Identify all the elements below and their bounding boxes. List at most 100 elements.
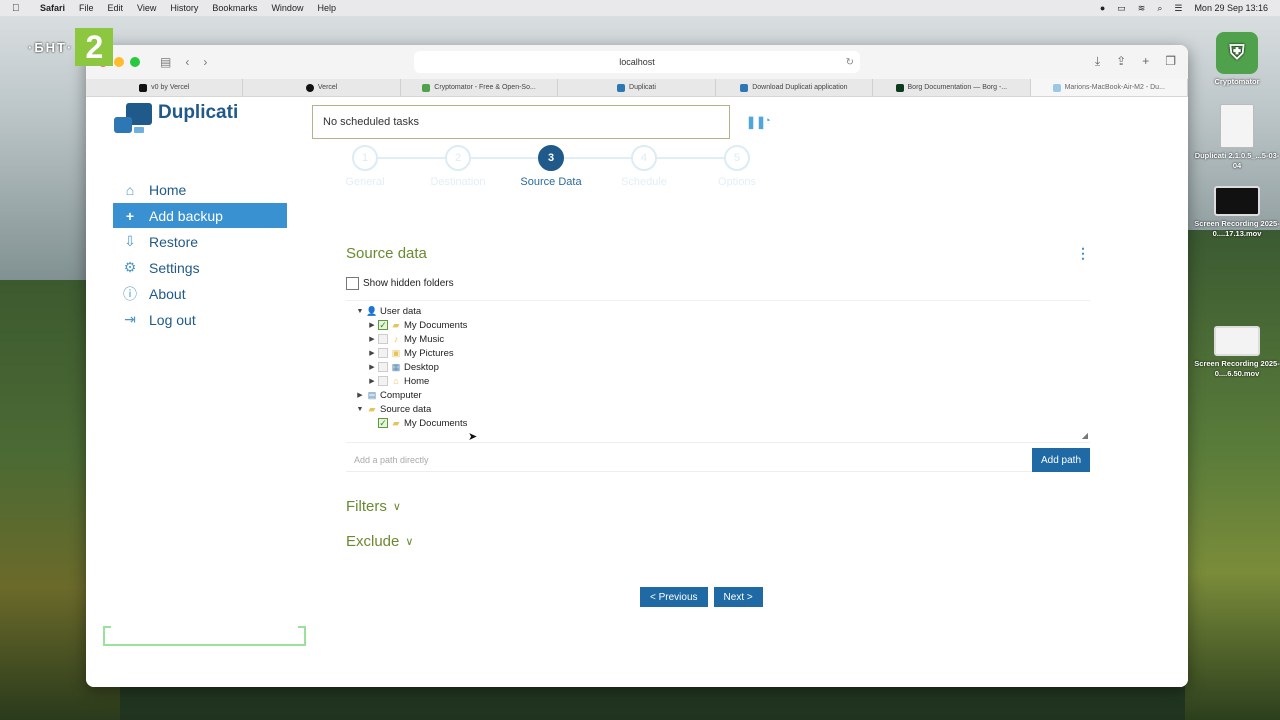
chevron-down-icon: ∨ — [392, 501, 401, 513]
expand-arrow-icon[interactable]: ▶ — [354, 391, 366, 399]
next-button[interactable]: Next > — [713, 587, 763, 607]
tree-label: Computer — [380, 389, 422, 401]
filters-label: Filters — [346, 498, 387, 515]
checkbox-icon[interactable] — [378, 362, 388, 372]
sidebar-item-logout[interactable]: ⇥ Log out — [113, 307, 287, 332]
wizard-step-options[interactable]: 5 Options — [702, 145, 772, 188]
tree-node-my-documents[interactable]: ▶ ✓ ▰ My Documents — [346, 318, 1090, 332]
address-bar[interactable]: localhost ↻ — [414, 51, 860, 73]
tab-label: Cryptomator - Free & Open-So... — [434, 84, 536, 91]
menu-file[interactable]: File — [79, 3, 94, 13]
record-icon[interactable]: ● — [1100, 3, 1105, 13]
throttle-icon[interactable]: ◔ — [764, 115, 771, 127]
tab-duplicati[interactable]: Duplicati — [558, 79, 716, 96]
tree-node-home[interactable]: ▶ ⌂ Home — [346, 374, 1090, 388]
v0-favicon-icon — [139, 83, 148, 92]
forward-icon[interactable]: › — [203, 55, 207, 69]
folder-icon: ▰ — [392, 319, 400, 330]
tab-borg[interactable]: Borg Documentation — Borg -... — [873, 79, 1031, 96]
sidebar-item-home[interactable]: ⌂ Home — [113, 177, 287, 202]
add-path-button[interactable]: Add path — [1032, 448, 1090, 472]
wifi-icon[interactable]: ≋ — [1138, 3, 1146, 14]
desktop-icon-recording-1[interactable]: Screen Recording 2025-0....17.13.mov — [1192, 186, 1280, 239]
reload-icon[interactable]: ↻ — [846, 57, 854, 68]
desktop-icon-cryptomator[interactable]: ⛨ Cryptomator — [1192, 32, 1280, 87]
filters-toggle[interactable]: Filters ∨ — [346, 498, 401, 515]
sidebar-item-restore[interactable]: ⇩ Restore — [113, 229, 287, 254]
checked-icon[interactable]: ✓ — [378, 320, 388, 330]
menu-edit[interactable]: Edit — [108, 3, 124, 13]
menu-history[interactable]: History — [170, 3, 198, 13]
desktop-icon-recording-2[interactable]: Screen Recording 2025-0....6.50.mov — [1192, 326, 1280, 379]
tree-node-my-pictures[interactable]: ▶ ▣ My Pictures — [346, 346, 1090, 360]
expand-arrow-icon[interactable]: ▶ — [366, 377, 378, 385]
tree-node-source-my-documents[interactable]: ✓ ▰ My Documents — [346, 416, 1090, 430]
exclude-toggle[interactable]: Exclude ∨ — [346, 533, 413, 550]
tab-overview-icon[interactable]: ❐ — [1165, 54, 1176, 69]
wizard-step-destination[interactable]: 2 Destination — [423, 145, 493, 188]
show-hidden-checkbox[interactable] — [346, 277, 359, 290]
checked-icon[interactable]: ✓ — [378, 418, 388, 428]
sidebar-item-label: Restore — [149, 233, 199, 250]
apple-icon[interactable]:  — [12, 3, 26, 14]
more-options-icon[interactable]: ⋮ — [1076, 245, 1090, 262]
expand-arrow-icon[interactable]: ▶ — [366, 321, 378, 329]
brand[interactable]: Duplicati — [114, 102, 238, 137]
tree-node-desktop[interactable]: ▶ ▦ Desktop — [346, 360, 1090, 374]
menu-bookmarks[interactable]: Bookmarks — [212, 3, 257, 13]
status-text: No scheduled tasks — [323, 116, 419, 128]
checkbox-icon[interactable] — [378, 348, 388, 358]
tab-active-duplicati[interactable]: Marions-MacBook-Air-M2 - Du... — [1030, 79, 1188, 96]
collapse-arrow-icon[interactable]: ▼ — [354, 406, 366, 413]
menu-help[interactable]: Help — [317, 3, 336, 13]
menu-view[interactable]: View — [137, 3, 156, 13]
minimize-window-button[interactable] — [114, 57, 124, 67]
tab-vercel[interactable]: Vercel — [243, 79, 401, 96]
menu-clock[interactable]: Mon 29 Sep 13:16 — [1194, 3, 1268, 13]
sidebar-item-add-backup[interactable]: + Add backup — [113, 203, 287, 228]
desktop-icon-duplicati-dmg[interactable]: Duplicati 2.1.0.5_...5-03-04 — [1192, 104, 1280, 171]
expand-arrow-icon[interactable]: ▶ — [366, 349, 378, 357]
wizard-step-schedule[interactable]: 4 Schedule — [609, 145, 679, 188]
tab-cryptomator[interactable]: Cryptomator - Free & Open-So... — [401, 79, 559, 96]
sidebar-item-about[interactable]: ⓘ About — [113, 281, 287, 306]
menu-window[interactable]: Window — [271, 3, 303, 13]
wizard-step-general[interactable]: 1 General — [330, 145, 400, 188]
tree-node-computer[interactable]: ▶ ▤ Computer — [346, 388, 1090, 402]
wizard-step-source-data[interactable]: 3 Source Data — [516, 145, 586, 188]
step-number: 2 — [445, 145, 471, 171]
sidebar-item-label: Add backup — [149, 207, 223, 224]
zoom-window-button[interactable] — [130, 57, 140, 67]
tab-v0[interactable]: v0 by Vercel — [86, 79, 244, 96]
duplicati-favicon-icon — [617, 83, 626, 92]
battery-icon[interactable]: ▭ — [1117, 3, 1126, 14]
tab-download-duplicati[interactable]: Download Duplicati application — [716, 79, 874, 96]
tree-node-my-music[interactable]: ▶ ♪ My Music — [346, 332, 1090, 346]
downloads-icon[interactable]: ⤓ — [1095, 54, 1100, 69]
show-hidden-folders[interactable]: Show hidden folders — [346, 277, 454, 290]
expand-arrow-icon[interactable]: ▶ — [366, 335, 378, 343]
control-center-icon[interactable]: ☰ — [1174, 3, 1182, 14]
step-label: General — [345, 176, 385, 188]
path-input[interactable] — [346, 448, 1032, 472]
wizard-steps: 1 General 2 Destination 3 Source Data 4 … — [326, 141, 786, 193]
new-tab-icon[interactable]: + — [1142, 54, 1149, 69]
back-icon[interactable]: ‹ — [185, 55, 189, 69]
menu-app[interactable]: Safari — [40, 3, 65, 13]
tree-node-user-data[interactable]: ▼ 👤 User data — [346, 304, 1090, 318]
collapse-arrow-icon[interactable]: ▼ — [354, 308, 366, 315]
expand-arrow-icon[interactable]: ▶ — [366, 363, 378, 371]
resize-grip-icon[interactable]: ◢ — [1082, 431, 1088, 440]
sidebar-toggle-icon[interactable]: ▤ — [160, 55, 171, 69]
desktop-folder-icon: ▦ — [391, 361, 401, 372]
share-icon[interactable]: ⇪ — [1116, 54, 1126, 69]
tree-label: My Music — [404, 333, 445, 345]
previous-button[interactable]: < Previous — [640, 587, 708, 607]
tree-node-source-data[interactable]: ▼ ▰ Source data — [346, 402, 1090, 416]
step-label: Schedule — [621, 176, 667, 188]
checkbox-icon[interactable] — [378, 376, 388, 386]
sidebar-item-settings[interactable]: ⚙ Settings — [113, 255, 287, 280]
tab-label: Download Duplicati application — [752, 84, 848, 91]
search-icon[interactable]: ⌕ — [1157, 3, 1162, 14]
checkbox-icon[interactable] — [378, 334, 388, 344]
